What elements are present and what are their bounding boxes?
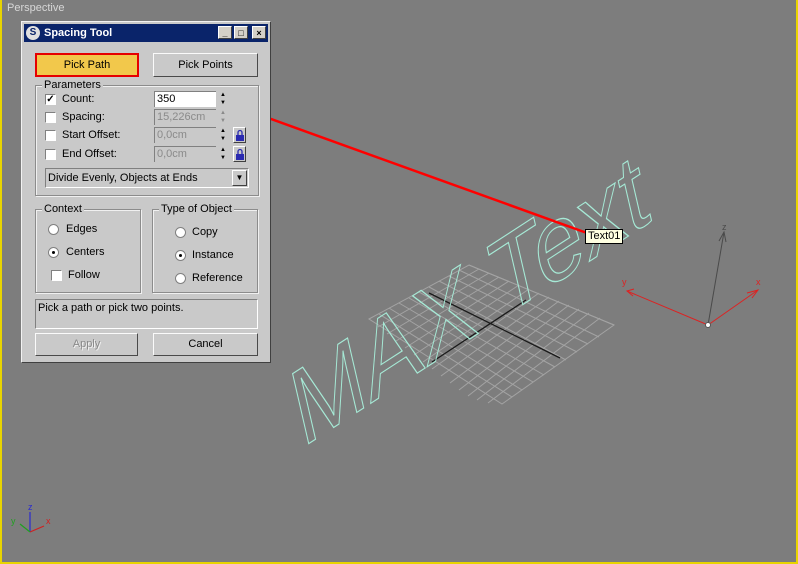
gizmo-z-label: z [722,222,727,232]
start-offset-label: Start Offset: [62,129,121,141]
pick-path-button[interactable]: Pick Path [35,53,139,77]
end-offset-checkbox[interactable] [45,149,56,160]
copy-label: Copy [192,226,218,238]
apply-button[interactable]: Apply [35,333,138,356]
context-edges-radio[interactable] [48,224,59,235]
status-prompt: Pick a path or pick two points. [35,299,258,329]
spacing-checkbox[interactable] [45,112,56,123]
start-offset-field[interactable]: 0,0cm [154,127,216,143]
end-offset-spinner-arrows[interactable]: ▲ ▼ [218,146,228,162]
minimize-button[interactable]: _ [218,26,232,39]
spacing-field[interactable]: 15,226cm [154,109,216,125]
close-button[interactable]: × [252,26,266,39]
context-edges-label: Edges [66,223,98,235]
object-tooltip: Text01 [585,229,624,244]
copy-radio[interactable] [175,227,186,238]
spacing-tool-app-icon: S [26,26,40,40]
count-checkbox[interactable]: ✓ [45,94,56,105]
context-centers-radio[interactable] [48,247,59,258]
count-field[interactable]: 350 [154,91,216,107]
count-label: Count: [62,93,95,105]
corner-y-label: y [11,516,16,526]
corner-z-label: z [28,502,33,512]
pick-points-button[interactable]: Pick Points [153,53,258,77]
follow-label: Follow [68,269,100,281]
reference-label: Reference [192,272,243,284]
distribution-value: Divide Evenly, Objects at Ends [48,172,198,184]
context-label: Context [42,202,84,216]
follow-checkbox[interactable] [51,270,62,281]
spacing-tool-dialog: S Spacing Tool _ □ × Pick Path Pick Poin… [21,21,271,363]
gizmo-y-label: y [622,277,627,287]
start-offset-checkbox[interactable] [45,130,56,141]
reference-radio[interactable] [175,273,186,284]
instance-radio[interactable] [175,250,186,261]
context-centers-label: Centers [66,246,105,258]
count-spinner-arrows[interactable]: ▲ ▼ [218,91,228,107]
corner-x-label: x [46,516,51,526]
spacing-label: Spacing: [62,111,105,123]
start-offset-spinner-arrows[interactable]: ▲ ▼ [218,127,228,143]
end-offset-lock-icon[interactable] [233,146,246,162]
type-of-object-label: Type of Object [159,202,234,216]
dialog-titlebar[interactable]: S Spacing Tool _ □ × [24,24,268,42]
instance-label: Instance [192,249,234,261]
spacing-spinner-arrows[interactable]: ▲ ▼ [218,109,228,125]
end-offset-field[interactable]: 0,0cm [154,146,216,162]
dialog-title: Spacing Tool [44,27,113,39]
maximize-button[interactable]: □ [234,26,248,39]
start-offset-lock-icon[interactable] [233,127,246,143]
parameters-label: Parameters [42,78,103,92]
max-text-spline: MAX Text [281,129,657,470]
distribution-dropdown[interactable]: Divide Evenly, Objects at Ends ▼ [45,168,249,188]
end-offset-label: End Offset: [62,148,117,160]
chevron-down-icon[interactable]: ▼ [232,170,247,186]
axis-tripod-icon: z x y [11,502,51,533]
cancel-button[interactable]: Cancel [153,333,258,356]
gizmo-x-label: x [756,277,761,287]
